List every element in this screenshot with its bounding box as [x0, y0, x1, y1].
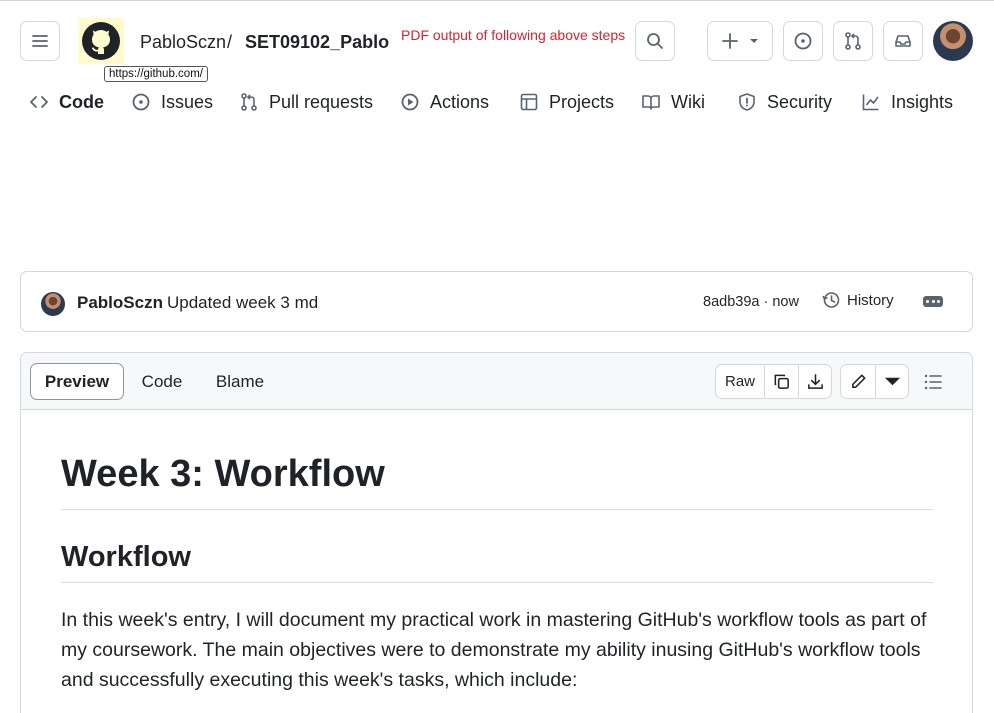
tab-security[interactable]: Security — [737, 88, 832, 116]
create-new-button[interactable] — [707, 21, 773, 61]
pencil-icon — [851, 374, 865, 388]
issue-opened-icon — [794, 32, 812, 50]
tab-pull-requests-label: Pull requests — [269, 91, 374, 112]
history-label: History — [847, 291, 894, 309]
issue-opened-icon — [132, 93, 150, 111]
annotation-text: PDF output of following above steps — [401, 27, 626, 43]
menu-button[interactable] — [20, 21, 60, 61]
tab-code[interactable]: Code — [29, 88, 104, 116]
breadcrumb-owner[interactable]: PabloSczn — [140, 32, 226, 53]
github-logo-icon — [82, 22, 120, 60]
tab-actions-label: Actions — [430, 91, 490, 112]
tab-wiki[interactable]: Wiki — [641, 88, 705, 116]
copy-button[interactable] — [764, 365, 798, 398]
graph-icon — [862, 94, 879, 111]
tab-projects[interactable]: Projects — [519, 88, 614, 116]
tab-wiki-label: Wiki — [671, 91, 705, 112]
commit-author[interactable]: PabloSczn — [77, 293, 163, 313]
caret-down-icon — [884, 377, 900, 386]
pull-requests-button[interactable] — [833, 21, 873, 61]
tab-code-label: Code — [59, 91, 104, 112]
tab-pull-requests[interactable]: Pull requests — [239, 88, 373, 116]
commit-sha-time[interactable]: 8adb39a · now — [703, 294, 799, 310]
git-pull-request-icon — [845, 32, 861, 50]
tab-security-label: Security — [767, 91, 833, 112]
edit-group — [840, 364, 909, 399]
play-icon — [401, 93, 419, 111]
file-toolbar: Preview Code Blame Raw — [21, 353, 972, 410]
edit-dropdown-button[interactable] — [875, 365, 908, 398]
raw-button[interactable]: Raw — [716, 365, 764, 398]
tab-preview[interactable]: Preview — [30, 363, 124, 400]
page-title: Week 3: Workflow — [61, 425, 933, 510]
download-button[interactable] — [798, 365, 831, 398]
issues-button[interactable] — [783, 21, 823, 61]
search-icon — [647, 33, 663, 49]
plus-icon — [722, 33, 738, 49]
history-icon — [822, 292, 840, 308]
search-button[interactable] — [635, 21, 675, 61]
tab-insights[interactable]: Insights — [861, 88, 953, 116]
more-options-button[interactable] — [923, 296, 943, 307]
latest-commit-bar: PabloSczn Updated week 3 md 8adb39a · no… — [20, 271, 973, 332]
markdown-body: Week 3: Workflow Workflow In this week's… — [61, 425, 933, 695]
github-logo-link[interactable] — [78, 18, 124, 64]
inbox-button[interactable] — [883, 21, 923, 61]
commit-message[interactable]: Updated week 3 md — [167, 293, 318, 313]
tab-issues[interactable]: Issues — [131, 88, 213, 116]
intro-paragraph: In this week's entry, I will document my… — [61, 609, 927, 691]
file-viewer: Preview Code Blame Raw Week 3: Workflow — [20, 352, 973, 713]
copy-icon — [774, 374, 789, 389]
window-top-border — [0, 0, 994, 1]
shield-icon — [739, 93, 755, 111]
tab-actions[interactable]: Actions — [400, 88, 489, 116]
tab-insights-label: Insights — [891, 91, 954, 112]
user-avatar[interactable] — [933, 21, 973, 61]
section-heading: Workflow — [61, 538, 933, 583]
commit-author-avatar[interactable] — [41, 292, 65, 316]
list-unordered-icon — [924, 374, 942, 390]
outline-button[interactable] — [921, 371, 945, 393]
breadcrumb-separator: / — [227, 32, 233, 52]
tab-issues-label: Issues — [161, 91, 214, 112]
tab-file-code[interactable]: Code — [137, 363, 187, 400]
book-icon — [642, 95, 660, 110]
url-tooltip: https://github.com/ — [104, 66, 208, 82]
edit-button[interactable] — [841, 365, 875, 398]
git-pull-request-icon — [241, 93, 257, 111]
repo-nav: Code Issues Pull requests Actions Projec… — [0, 88, 994, 118]
hamburger-icon — [32, 35, 48, 47]
file-actions-group: Raw — [715, 364, 832, 399]
tab-blame[interactable]: Blame — [211, 363, 269, 400]
caret-down-icon — [750, 39, 758, 43]
tab-projects-label: Projects — [549, 91, 615, 112]
breadcrumb-repo[interactable]: SET09102_Pablo — [245, 32, 389, 53]
download-icon — [807, 374, 823, 389]
code-icon — [30, 96, 48, 108]
table-icon — [520, 93, 538, 111]
inbox-icon — [895, 35, 911, 47]
history-button[interactable]: History — [821, 290, 894, 310]
